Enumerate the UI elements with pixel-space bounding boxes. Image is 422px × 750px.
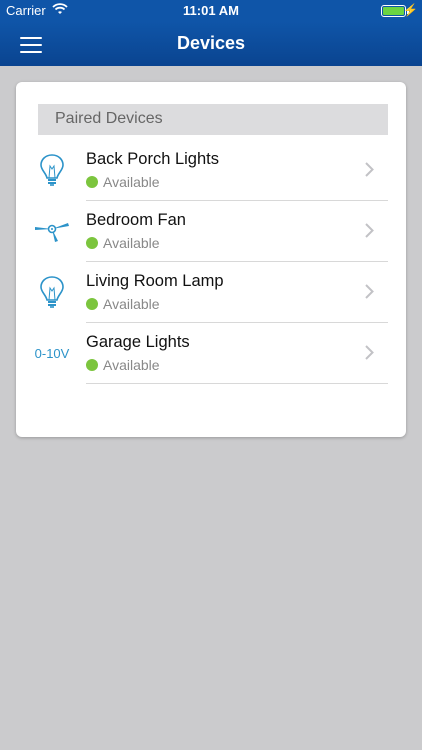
device-status: Available <box>86 174 160 190</box>
device-list: Back Porch Lights Available Bedroom Fan … <box>16 140 406 384</box>
charging-icon: ⚡ <box>403 3 418 17</box>
nav-bar: Devices <box>0 22 422 66</box>
device-row-bedroom-fan[interactable]: Bedroom Fan Available <box>16 201 406 262</box>
device-name: Back Porch Lights <box>86 150 219 168</box>
device-status: Available <box>86 235 160 251</box>
device-status: Available <box>86 296 160 312</box>
status-text: Available <box>103 235 160 251</box>
status-dot-icon <box>86 237 98 249</box>
bulb-icon <box>32 272 72 312</box>
clock: 11:01 AM <box>183 3 239 18</box>
device-name: Bedroom Fan <box>86 211 186 229</box>
status-text: Available <box>103 296 160 312</box>
status-dot-icon <box>86 176 98 188</box>
ceiling-fan-icon <box>32 211 72 251</box>
dimmer-text-icon: 0-10V <box>34 345 70 361</box>
chevron-right-icon <box>365 223 374 238</box>
devices-card: Paired Devices Back Porch Lights Availab… <box>16 82 406 437</box>
chevron-right-icon <box>365 345 374 360</box>
device-row-back-porch-lights[interactable]: Back Porch Lights Available <box>16 140 406 201</box>
device-name: Garage Lights <box>86 333 190 351</box>
device-status: Available <box>86 357 160 373</box>
status-text: Available <box>103 357 160 373</box>
row-divider <box>86 383 388 384</box>
page-title: Devices <box>176 33 246 53</box>
chevron-right-icon <box>365 284 374 299</box>
chevron-right-icon <box>365 162 374 177</box>
status-dot-icon <box>86 359 98 371</box>
status-dot-icon <box>86 298 98 310</box>
bulb-icon <box>32 150 72 190</box>
device-row-garage-lights[interactable]: 0-10V Garage Lights Available <box>16 323 406 384</box>
status-bar: Carrier 11:01 AM ⚡ <box>0 0 422 22</box>
status-text: Available <box>103 174 160 190</box>
device-name: Living Room Lamp <box>86 272 224 290</box>
device-row-living-room-lamp[interactable]: Living Room Lamp Available <box>16 262 406 323</box>
section-header: Paired Devices <box>38 104 388 135</box>
